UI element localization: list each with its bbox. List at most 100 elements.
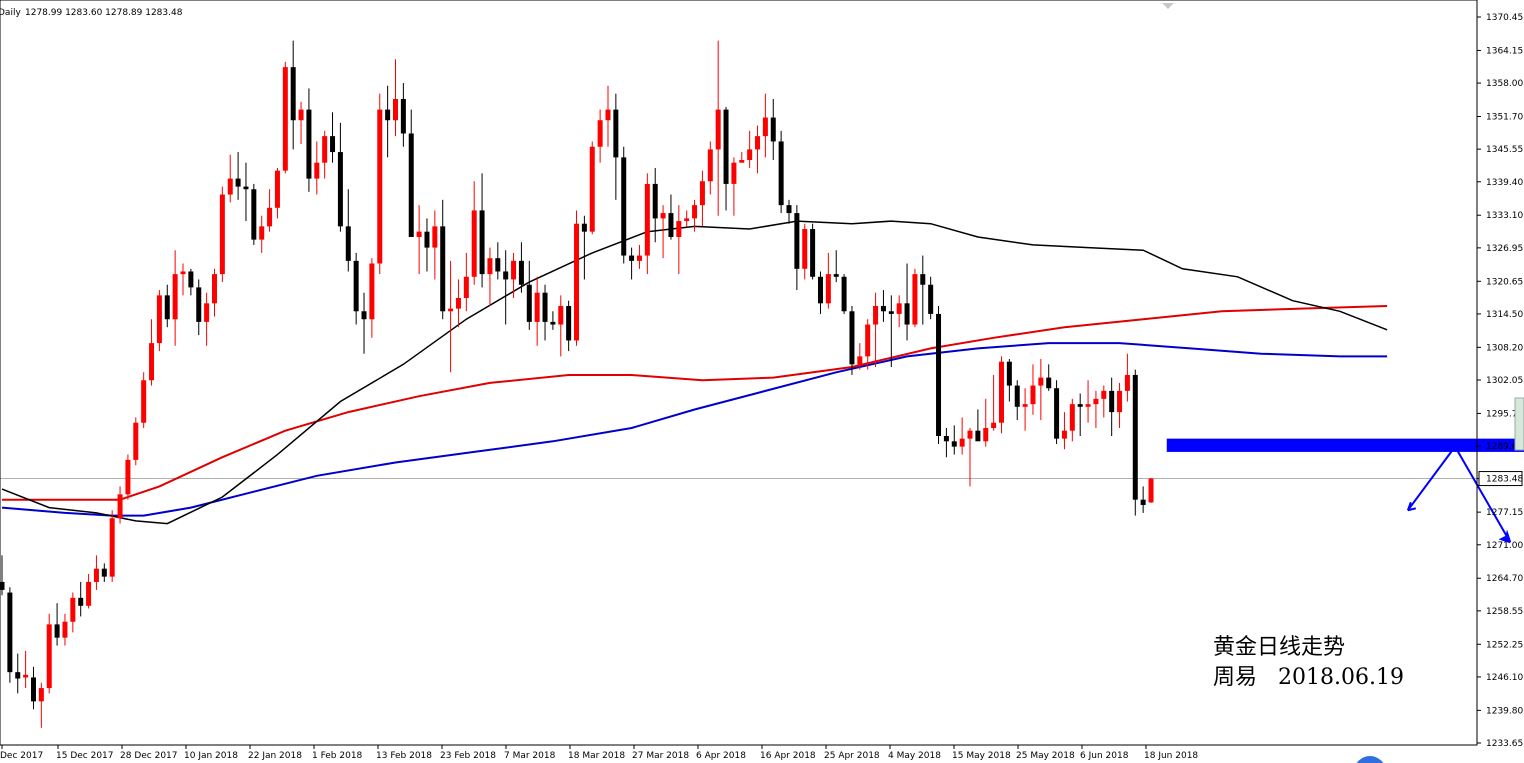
candle-14 (109, 510, 115, 582)
ma-mid-line (2, 305, 1388, 501)
candle-body (991, 422, 997, 429)
candle-96 (755, 125, 761, 174)
candle-body (196, 287, 202, 322)
candle-body (503, 271, 509, 280)
y-tick-label: 1271.00 (1486, 541, 1523, 551)
candle-body (353, 260, 359, 312)
candle-body (361, 311, 367, 320)
x-tick-label: Dec 2017 (0, 751, 43, 761)
candle-133 (1046, 364, 1052, 391)
candle-body (1046, 377, 1052, 389)
candle-body (23, 674, 29, 678)
candle-body (920, 274, 926, 285)
candle-body (692, 205, 698, 219)
candle-72 (566, 300, 572, 352)
candle-106 (833, 250, 839, 283)
candle-104 (817, 271, 823, 314)
candle-118 (928, 276, 934, 320)
candle-body (1038, 377, 1044, 386)
candle-30 (235, 152, 241, 200)
candle-body (857, 356, 863, 365)
candle-body (849, 311, 855, 365)
candle-body (778, 141, 784, 206)
candle-86 (676, 205, 682, 275)
candle-body (880, 305, 886, 312)
candle-23 (180, 263, 186, 296)
candle-body (164, 295, 170, 320)
candle-22 (172, 250, 178, 346)
candle-117 (920, 255, 926, 325)
candle-body (1014, 385, 1020, 407)
x-tick-label: 7 Mar 2018 (504, 751, 556, 761)
candle-140 (1101, 385, 1107, 418)
candle-39 (306, 88, 312, 192)
candle-47 (369, 258, 375, 338)
zone-rect (1166, 438, 1524, 452)
candle-body (479, 210, 485, 275)
ohlc-readout: 1278.99 1283.60 1278.89 1283.48 (25, 8, 183, 18)
candle-body (211, 274, 217, 304)
candle-body (345, 226, 351, 261)
candle-9 (70, 592, 76, 633)
candle-81 (636, 244, 642, 269)
candle-body (1030, 385, 1036, 405)
candle-38 (298, 101, 304, 145)
y-tick-label: 1364.15 (1486, 46, 1523, 56)
y-tick-label: 1345.55 (1486, 145, 1523, 155)
candle-126 (991, 374, 997, 431)
candle-11 (86, 573, 92, 609)
candle-body (707, 149, 713, 182)
x-tick-label: 28 Dec 2017 (120, 751, 178, 761)
candle-body (156, 295, 162, 344)
candle-13 (101, 563, 107, 582)
candle-51 (400, 83, 406, 147)
candle-60 (471, 181, 477, 285)
candle-34 (267, 189, 273, 232)
candle-0 (0, 555, 5, 596)
candle-body (518, 260, 524, 285)
candle-body (125, 459, 131, 495)
candle-body (1006, 361, 1012, 386)
candle-42 (330, 112, 336, 163)
candle-body (385, 109, 391, 121)
candle-145 (1140, 486, 1146, 513)
candle-65 (511, 252, 517, 299)
candle-body (251, 189, 257, 240)
candle-142 (1117, 382, 1123, 429)
candle-50 (393, 59, 398, 137)
candle-body (337, 152, 343, 227)
candle-52 (408, 109, 414, 237)
candle-body (424, 231, 430, 248)
x-tick-label: 6 Jun 2018 (1080, 751, 1129, 761)
candle-body (967, 430, 973, 439)
y-tick-label: 1333.10 (1486, 211, 1523, 221)
candle-137 (1077, 393, 1083, 436)
candle-108 (849, 305, 855, 375)
candle-body (440, 226, 446, 312)
candle-63 (495, 242, 501, 280)
candle-body (448, 308, 454, 312)
candle-body (46, 624, 52, 689)
x-tick-label: 18 Jun 2018 (1144, 751, 1198, 761)
candle-68 (534, 276, 540, 346)
candle-body (526, 284, 532, 322)
scroll-indicator-icon[interactable] (1354, 756, 1386, 763)
candle-body (833, 274, 839, 277)
y-tick-label: 1314.50 (1486, 310, 1523, 320)
ma-slow-line (1, 342, 1388, 517)
y-tick-label: 1370.45 (1486, 13, 1523, 23)
candle-body (204, 303, 210, 322)
candle-135 (1061, 412, 1067, 450)
y-tick-label: 1239.80 (1486, 706, 1523, 716)
candle-body (101, 568, 107, 577)
candle-body (243, 186, 249, 190)
candle-body (322, 136, 328, 163)
candle-16 (125, 454, 131, 500)
candle-body (290, 67, 296, 121)
candle-17 (133, 417, 139, 466)
candle-body (755, 136, 761, 150)
candle-body (188, 271, 194, 288)
candle-144 (1132, 369, 1138, 516)
shift-marker-icon[interactable] (1162, 3, 1174, 9)
candle-body (298, 109, 304, 121)
